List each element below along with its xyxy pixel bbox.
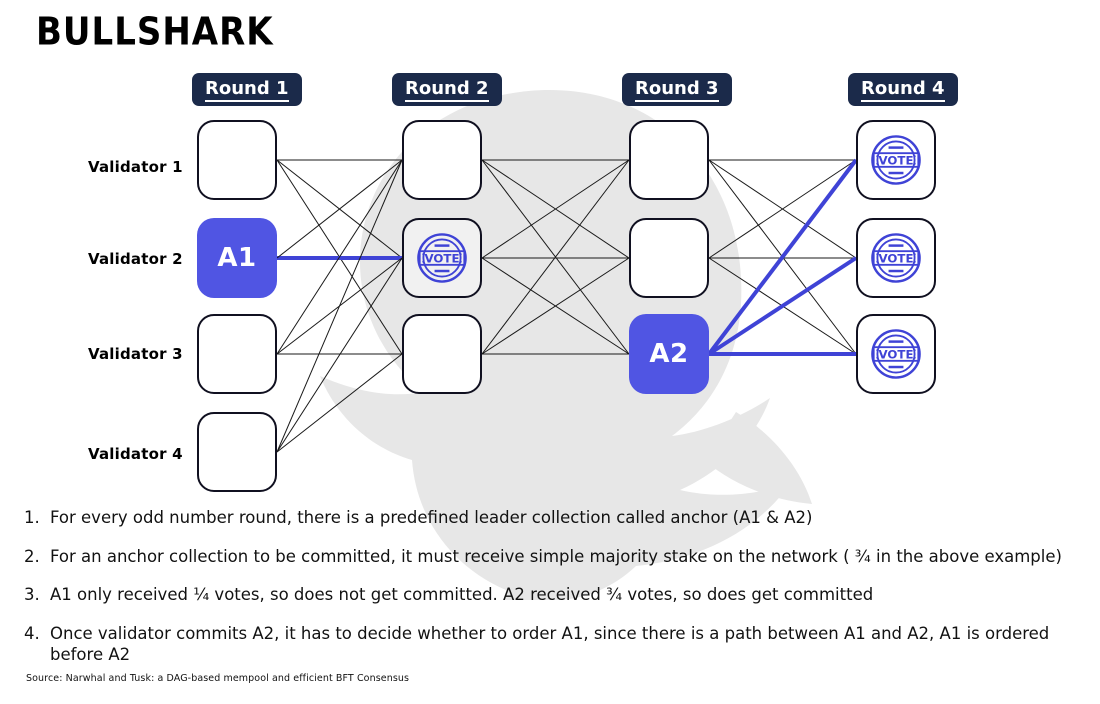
note-text: Once validator commits A2, it has to dec… bbox=[50, 623, 1050, 664]
dag-edge-r1v4-r2v2 bbox=[276, 257, 403, 453]
dag-edge-r3v2-r4v1 bbox=[708, 159, 857, 259]
dag-edge-r2v2-r3v1 bbox=[481, 159, 630, 259]
dag-edge-r2v3-r3v2 bbox=[481, 257, 630, 355]
round-header-2: Round 2 bbox=[392, 73, 502, 106]
list-item: 1. For every odd number round, there is … bbox=[24, 508, 1080, 529]
dag-node-r1-v3 bbox=[197, 314, 277, 394]
round-header-4-label: Round 4 bbox=[861, 78, 945, 102]
svg-text:VOTE: VOTE bbox=[879, 154, 914, 168]
dag-node-r2-v3 bbox=[402, 314, 482, 394]
validator-label-3: Validator 3 bbox=[88, 345, 183, 363]
dag-edge-r2v1-r3v3 bbox=[481, 159, 630, 355]
vote-stamp-icon: VOTE bbox=[871, 329, 921, 379]
svg-text:VOTE: VOTE bbox=[425, 252, 460, 266]
round-header-3-label: Round 3 bbox=[635, 78, 719, 102]
note-number: 1. bbox=[24, 508, 40, 527]
dag-node-r2-v2: VOTE bbox=[402, 218, 482, 298]
svg-text:VOTE: VOTE bbox=[879, 348, 914, 362]
round-header-2-label: Round 2 bbox=[405, 78, 489, 102]
validator-label-4: Validator 4 bbox=[88, 445, 183, 463]
notes-list: 1. For every odd number round, there is … bbox=[24, 508, 1080, 683]
dag-edge-r1v1-r2v3 bbox=[276, 159, 403, 355]
vote-stamp-icon: VOTE bbox=[417, 233, 467, 283]
list-item: 4. Once validator commits A2, it has to … bbox=[24, 624, 1080, 665]
note-text: A1 only received ¼ votes, so does not ge… bbox=[50, 585, 874, 605]
round-header-1: Round 1 bbox=[192, 73, 302, 106]
dag-edge-r3v3-r4v2 bbox=[707, 256, 858, 356]
dag-edge-r2v2-r3v3 bbox=[481, 257, 630, 355]
dag-node-r1-v4 bbox=[197, 412, 277, 492]
dag-edge-r1v4-r2v3 bbox=[276, 353, 403, 453]
dag-node-r2-v1 bbox=[402, 120, 482, 200]
dag-edge-r1v1-r2v2 bbox=[276, 159, 403, 259]
vote-stamp-icon: VOTE bbox=[871, 233, 921, 283]
anchor-label: A2 bbox=[649, 339, 689, 369]
dag-edge-r3v2-r4v3 bbox=[708, 257, 857, 355]
dag-node-r4-v2: VOTE bbox=[856, 218, 936, 298]
dag-edge-r3v1-r4v3 bbox=[708, 159, 857, 355]
dag-edge-r3v1-r4v2 bbox=[708, 159, 857, 259]
dag-node-r3-v3: A2 bbox=[629, 314, 709, 394]
dag-edge-r1v2-r2v1 bbox=[276, 159, 403, 259]
note-text: For every odd number round, there is a p… bbox=[50, 508, 813, 527]
note-number: 2. bbox=[24, 546, 40, 566]
round-header-4: Round 4 bbox=[848, 73, 958, 106]
dag-edge-r3v3-r4v1 bbox=[707, 158, 858, 356]
dag-node-r4-v3: VOTE bbox=[856, 314, 936, 394]
list-item: 2. For an anchor collection to be commit… bbox=[24, 547, 1080, 568]
dag-node-r1-v2: A1 bbox=[197, 218, 277, 298]
dag-edge-r1v3-r2v2 bbox=[276, 257, 403, 355]
dag-node-r3-v2 bbox=[629, 218, 709, 298]
round-header-3: Round 3 bbox=[622, 73, 732, 106]
anchor-label: A1 bbox=[217, 243, 257, 273]
dag-edge-r1v4-r2v1 bbox=[276, 159, 403, 453]
note-text: For an anchor collection to be committed… bbox=[50, 546, 1062, 566]
round-header-1-label: Round 1 bbox=[205, 78, 289, 102]
page-title: BULLSHARK bbox=[36, 10, 274, 55]
dag-node-r3-v1 bbox=[629, 120, 709, 200]
dag-node-r4-v1: VOTE bbox=[856, 120, 936, 200]
validator-label-1: Validator 1 bbox=[88, 158, 183, 176]
vote-stamp-icon: VOTE bbox=[871, 135, 921, 185]
dag-edge-r1v3-r2v1 bbox=[276, 159, 403, 355]
dag-node-r1-v1 bbox=[197, 120, 277, 200]
note-number: 4. bbox=[24, 623, 40, 643]
validator-label-2: Validator 2 bbox=[88, 250, 183, 268]
dag-edge-r2v3-r3v1 bbox=[481, 159, 630, 355]
list-item: 3. A1 only received ¼ votes, so does not… bbox=[24, 585, 1080, 606]
dag-edge-r2v1-r3v2 bbox=[481, 159, 630, 259]
svg-text:VOTE: VOTE bbox=[879, 252, 914, 266]
note-number: 3. bbox=[24, 585, 40, 605]
diagram-root: BULLSHARK Round 1 Round 2 Round 3 Round … bbox=[0, 0, 1100, 704]
source-credit: Source: Narwhal and Tusk: a DAG-based me… bbox=[26, 673, 410, 684]
